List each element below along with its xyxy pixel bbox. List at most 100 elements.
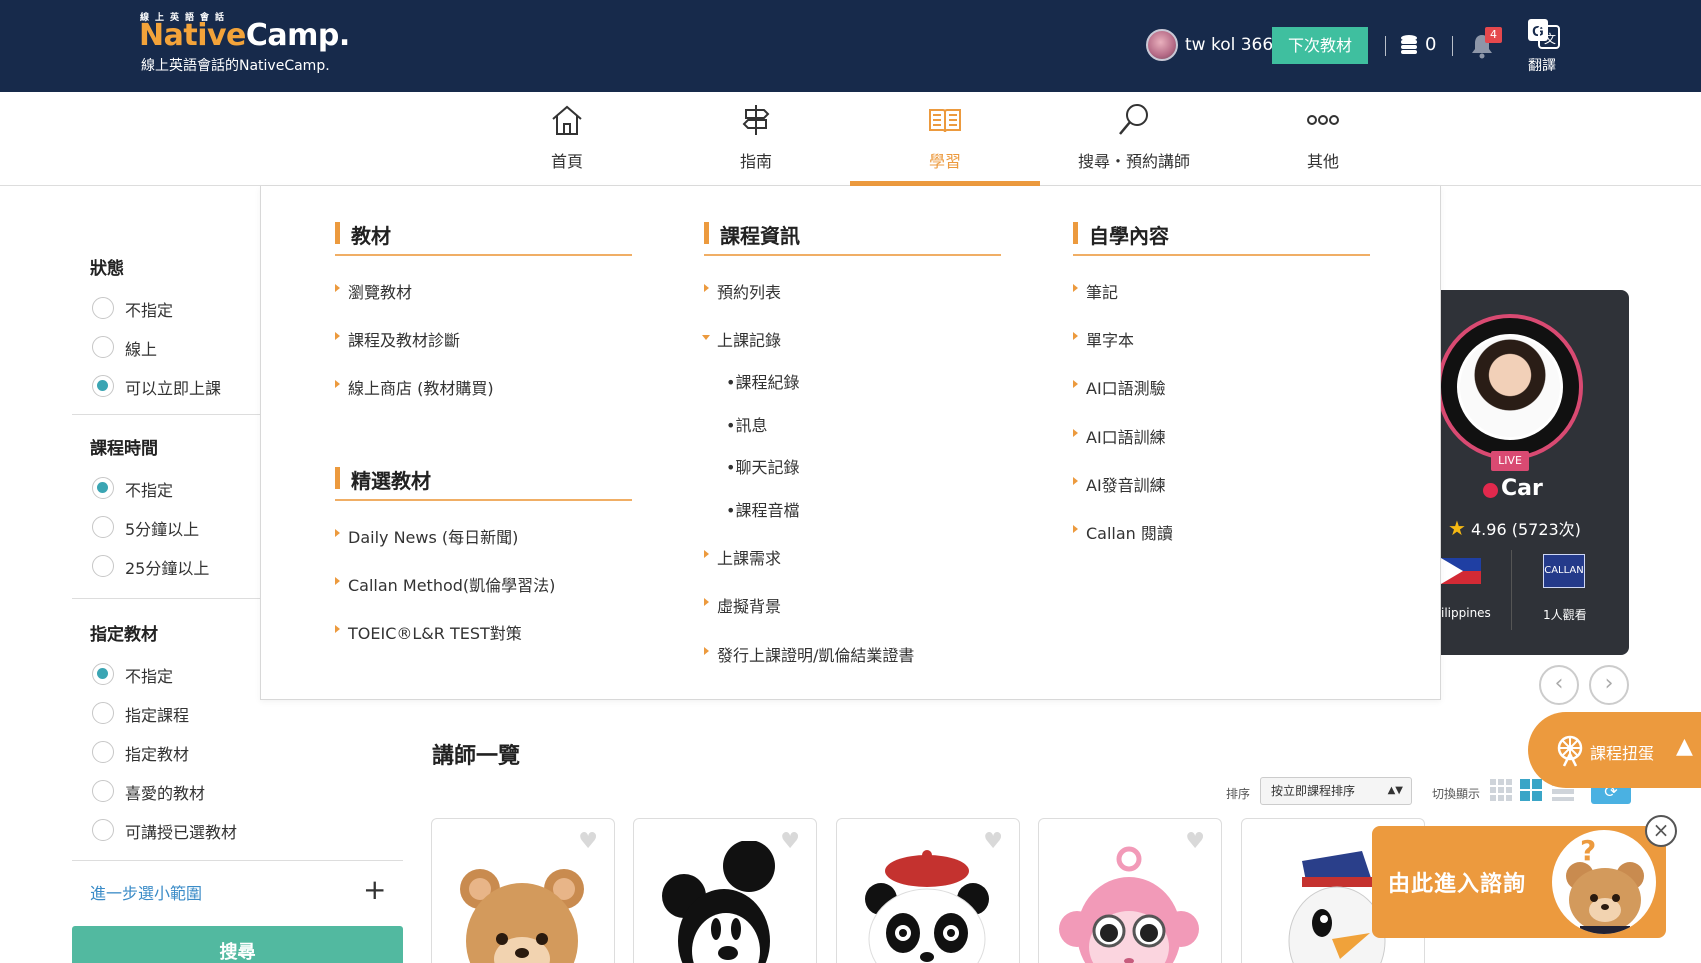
teacher-card[interactable]: ♥ xyxy=(633,818,817,963)
close-icon[interactable]: × xyxy=(1645,815,1677,847)
menu-link-callan[interactable]: Callan Method(凱倫學習法) xyxy=(335,572,555,596)
menu-link-shop[interactable]: 線上商店 (教材購買) xyxy=(335,375,494,399)
duration-label-any[interactable]: 不指定 xyxy=(125,477,173,501)
menu-link-lesson-history[interactable]: 上課記錄 xyxy=(701,327,781,351)
divider xyxy=(704,254,1001,256)
translate-label[interactable]: 翻譯 xyxy=(1528,55,1556,75)
monkey-character-image xyxy=(1059,846,1199,963)
status-radio-online[interactable] xyxy=(92,336,114,358)
narrow-search-link[interactable]: 進一步選小範圍 xyxy=(90,880,202,904)
menu-heading-lesson-info: 課程資訊 xyxy=(704,220,800,249)
duration-label-25min[interactable]: 25分鐘以上 xyxy=(125,555,209,579)
menu-link-virtual-bg[interactable]: 虛擬背景 xyxy=(704,593,781,617)
teacher-card[interactable]: ♥ xyxy=(431,818,615,963)
nav-search-teachers[interactable]: 搜尋・預約講師 xyxy=(1039,92,1229,186)
top-header: 線上英語會話 NativeCamp. 線上英語會話的NativeCamp. tw… xyxy=(0,0,1701,92)
duration-label-5min[interactable]: 5分鐘以上 xyxy=(125,516,199,540)
signpost-icon xyxy=(742,105,770,135)
philippines-flag-icon xyxy=(1441,558,1481,584)
menu-link-diagnosis[interactable]: 課程及教材診斷 xyxy=(335,327,460,351)
status-label-online[interactable]: 線上 xyxy=(125,336,157,360)
menu-link-lesson-requests[interactable]: 上課需求 xyxy=(704,545,781,569)
material-radio-selected[interactable] xyxy=(92,819,114,841)
material-label-material[interactable]: 指定教材 xyxy=(125,741,189,765)
teacher-card[interactable]: ♥ xyxy=(836,818,1020,963)
username[interactable]: tw kol 366 xyxy=(1185,35,1273,55)
material-radio-favorite[interactable] xyxy=(92,780,114,802)
panda-character-image xyxy=(865,850,989,963)
divider xyxy=(335,254,632,256)
status-label-available-now[interactable]: 可以立即上課 xyxy=(125,375,221,399)
duration-radio-any[interactable] xyxy=(92,477,114,499)
prev-arrow-button[interactable]: ‹ xyxy=(1539,665,1579,705)
teacher-list-title: 講師一覽 xyxy=(432,744,521,769)
sort-label: 排序 xyxy=(1226,787,1251,801)
live-badge: LIVE xyxy=(1491,451,1529,471)
menu-link-certificate[interactable]: 發行上課證明/凱倫結業證書 xyxy=(704,642,914,666)
material-radio-any[interactable] xyxy=(92,663,114,685)
coin-icon[interactable] xyxy=(1400,34,1418,54)
next-arrow-button[interactable]: › xyxy=(1589,665,1629,705)
divider xyxy=(1511,550,1512,630)
consultation-widget[interactable]: 由此進入諮詢 ? xyxy=(1372,826,1666,938)
grid-small-icon[interactable] xyxy=(1490,779,1512,801)
home-icon xyxy=(552,105,582,135)
duration-radio-25min[interactable] xyxy=(92,555,114,577)
status-radio-any[interactable] xyxy=(92,297,114,319)
menu-link-ai-pronunciation[interactable]: AI發音訓練 xyxy=(1073,472,1166,496)
live-dot-icon xyxy=(1483,483,1498,498)
nav-study-label: 學習 xyxy=(928,152,961,171)
menu-link-toeic[interactable]: TOEIC®L&R TEST對策 xyxy=(335,620,522,644)
next-material-button[interactable]: 下次教材 xyxy=(1272,27,1368,64)
submenu-chat-log[interactable]: •聊天記錄 xyxy=(726,454,799,478)
plus-icon[interactable]: + xyxy=(363,876,386,904)
menu-link-reservations[interactable]: 預約列表 xyxy=(704,279,781,303)
submenu-messages[interactable]: •訊息 xyxy=(726,412,767,436)
avatar[interactable] xyxy=(1146,29,1178,61)
menu-link-wordbook[interactable]: 單字本 xyxy=(1073,327,1134,351)
nav-search-label: 搜尋・預約講師 xyxy=(1077,152,1190,171)
ferris-wheel-icon xyxy=(1557,735,1583,767)
status-radio-available-now[interactable] xyxy=(92,375,114,397)
translate-icon[interactable]: G 文 xyxy=(1527,18,1561,50)
teacher-card[interactable]: ♥ xyxy=(1038,818,1222,963)
menu-link-daily-news[interactable]: Daily News (每日新聞) xyxy=(335,524,518,548)
book-icon xyxy=(929,109,961,133)
teacher-name[interactable]: Car xyxy=(1501,476,1543,501)
search-button[interactable]: 搜尋 xyxy=(72,926,403,963)
search-icon xyxy=(1119,104,1148,135)
featured-teacher-card[interactable]: LIVE Car ★ 4.96 (5723次) ilippines CALLAN… xyxy=(1437,290,1629,655)
sort-select[interactable]: 按立即課程排序 ▲▼ xyxy=(1260,777,1412,805)
status-title: 狀態 xyxy=(90,259,124,279)
duration-radio-5min[interactable] xyxy=(92,516,114,538)
menu-link-ai-speaking-training[interactable]: AI口語訓練 xyxy=(1073,424,1166,448)
material-radio-course[interactable] xyxy=(92,702,114,724)
material-radio-material[interactable] xyxy=(92,741,114,763)
submenu-audio[interactable]: •課程音檔 xyxy=(726,497,799,521)
lesson-gacha-widget[interactable]: 課程扭蛋 ▲ xyxy=(1528,712,1701,788)
material-label-any[interactable]: 不指定 xyxy=(125,663,173,687)
logo[interactable]: NativeCamp. xyxy=(139,18,350,53)
tagline: 線上英語會話的NativeCamp. xyxy=(141,58,330,74)
nav-more[interactable]: 其他 xyxy=(1228,92,1418,186)
menu-link-browse-materials[interactable]: 瀏覽教材 xyxy=(335,279,412,303)
material-label-selected[interactable]: 可講授已選教材 xyxy=(125,819,237,843)
coin-count: 0 xyxy=(1425,34,1437,55)
menu-link-ai-speaking-test[interactable]: AI口語測驗 xyxy=(1073,375,1166,399)
menu-link-callan-reading[interactable]: Callan 閱讀 xyxy=(1073,520,1173,544)
bear-mascot-image xyxy=(1552,830,1656,934)
submenu-lesson-record[interactable]: •課程紀錄 xyxy=(726,369,799,393)
material-label-favorite[interactable]: 喜愛的教材 xyxy=(125,780,205,804)
nav-study[interactable]: 學習 xyxy=(850,92,1040,186)
grid-large-icon[interactable] xyxy=(1520,779,1542,801)
nav-guide[interactable]: 指南 xyxy=(661,92,851,186)
divider xyxy=(335,499,632,501)
status-label-any[interactable]: 不指定 xyxy=(125,297,173,321)
teacher-viewers: 1人觀看 xyxy=(1543,608,1587,622)
bear-character-image xyxy=(460,869,584,963)
duration-title: 課程時間 xyxy=(90,439,158,459)
menu-link-notes[interactable]: 筆記 xyxy=(1073,279,1118,303)
material-label-course[interactable]: 指定課程 xyxy=(125,702,189,726)
divider xyxy=(72,598,262,599)
nav-home[interactable]: 首頁 xyxy=(472,92,662,186)
